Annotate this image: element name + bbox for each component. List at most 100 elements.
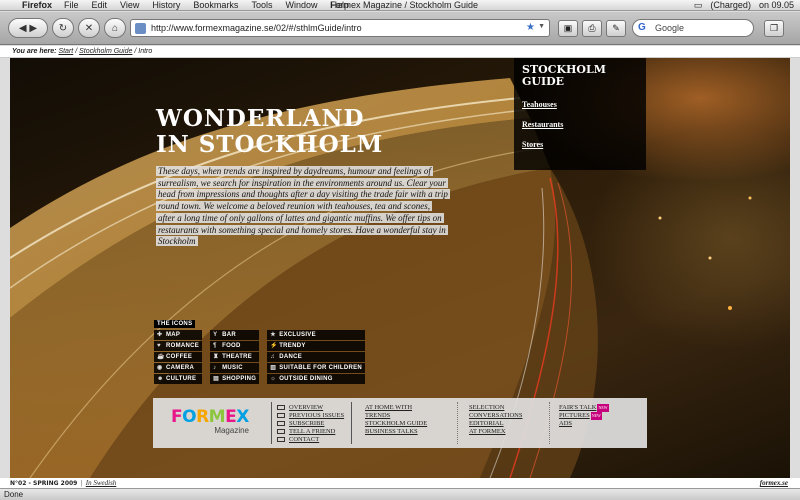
footer-link-selection[interactable]: SELECTION (469, 404, 522, 412)
footer-link-previous-issues[interactable]: PREVIOUS ISSUES (277, 412, 344, 420)
battery-status: (Charged) (710, 0, 751, 10)
footer-link-editorial[interactable]: EDITORIAL (469, 420, 522, 428)
footer-link-trends[interactable]: TRENDS (365, 412, 427, 420)
reload-icon: ↻ (58, 22, 68, 34)
icon-legend-bar: Y BAR (210, 330, 260, 340)
print-icon[interactable]: ⎙ (582, 20, 602, 37)
camera-icon: ◉ (157, 365, 163, 371)
footer-link-icon (277, 437, 285, 442)
icons-column-1: ✚ MAP ♥ ROMANCE ☕COFFEE ◉ CAMERA ☻ CULTURE (154, 330, 203, 385)
stop-icon: ✕ (84, 22, 94, 34)
menu-view[interactable]: View (120, 0, 139, 10)
menu-file[interactable]: File (64, 0, 79, 10)
breadcrumb-stockholm-guide[interactable]: Stockholm Guide (79, 48, 132, 55)
home-button[interactable]: ⌂ (104, 18, 126, 38)
menu-edit[interactable]: Edit (92, 0, 108, 10)
coffee-icon: ☕ (157, 354, 165, 360)
menu-window[interactable]: Window (285, 0, 317, 10)
bookmark-star-icon[interactable]: ★ (526, 22, 535, 33)
guide-heading-line-2: GUIDE (522, 75, 565, 88)
menu-app-name[interactable]: Firefox (22, 0, 52, 10)
footer-link-label: ADS (559, 420, 573, 427)
footer-link-icon (277, 405, 285, 410)
footer-link-subscribe[interactable]: SUBSCRIBE (277, 420, 344, 428)
swedish-link[interactable]: In Swedish (86, 479, 117, 487)
breadcrumb-start[interactable]: Start (58, 48, 73, 55)
footer-link-label: PREVIOUS ISSUES (289, 412, 345, 419)
forward-icon[interactable]: ▶ (29, 23, 37, 34)
footer-link-label: TELL A FRIEND (289, 428, 336, 435)
back-icon[interactable]: ◀ (19, 23, 27, 34)
formex-logo[interactable]: FORMEX Magazine (171, 408, 253, 435)
hero-image: WONDERLAND IN STOCKHOLM These days, when… (10, 58, 790, 478)
footer-link-overview[interactable]: OVERVIEW (277, 404, 344, 412)
shopping-icon: ▤ (213, 376, 220, 382)
page-icon[interactable]: ▣ (558, 20, 578, 37)
footer-column-sections-b: SELECTION CONVERSATIONS EDITORIAL AT FORMEX (469, 404, 522, 436)
logo-wordmark: FORMEX (171, 408, 253, 426)
guide-link-teahouses[interactable]: Teahouses (522, 100, 638, 109)
footer-column-main: OVERVIEW PREVIOUS ISSUES SUBSCRIBE TELL A F… (277, 404, 344, 444)
tools-icon[interactable]: ✎ (606, 20, 626, 37)
star-icon: ★ (270, 332, 276, 338)
footer-link-at-formex[interactable]: AT FORMEX (469, 428, 522, 436)
footer-link-label: FAIR'S TALK (559, 404, 597, 411)
icon-legend-shopping: ▤ SHOPPING (210, 374, 260, 384)
battery-icon[interactable]: ▭ (694, 0, 703, 11)
footer-link-conversations[interactable]: CONVERSATIONS (469, 412, 522, 420)
icon-legend-label: COFFEE (166, 354, 193, 360)
icon-legend-label: OUTSIDE DINING (279, 376, 333, 382)
menu-history[interactable]: History (152, 0, 180, 10)
menu-bookmarks[interactable]: Bookmarks (193, 0, 238, 10)
clock[interactable]: on 09.05 (759, 0, 794, 10)
footer-link-label: CONTACT (289, 436, 320, 443)
footer-column-sections-a: AT HOME WITH TRENDS STOCKHOLM GUIDE BUSINES… (365, 404, 427, 436)
browser-toolbar: ◀ ▶ ↻ ✕ ⌂ http://www.formexmagazine.se/0… (0, 12, 800, 45)
footer-link-contact[interactable]: CONTACT (277, 436, 344, 444)
guide-link-stores[interactable]: Stores (522, 140, 638, 149)
intro-text: These days, when trends are inspired by … (156, 166, 450, 248)
back-forward-button[interactable]: ◀ ▶ (8, 18, 48, 38)
reload-button[interactable]: ↻ (52, 18, 74, 38)
bar-icon: Y (213, 332, 218, 338)
footer-link-stockholm-guide[interactable]: STOCKHOLM GUIDE (365, 420, 427, 428)
search-input[interactable]: G Google (632, 19, 754, 37)
culture-icon: ☻ (157, 376, 164, 382)
menubar-status-area: ▭ (Charged) on 09.05 (694, 0, 794, 11)
footer-link-ads[interactable]: ADS (559, 420, 609, 428)
page-title: WONDERLAND IN STOCKHOLM (156, 106, 383, 158)
favicon-icon (135, 23, 146, 34)
footer-link-at-home-with[interactable]: AT HOME WITH (365, 404, 427, 412)
children-icon: ▥ (270, 365, 277, 371)
issue-label: N°02 - SPRING 2009 (10, 480, 78, 487)
url-text[interactable]: http://www.formexmagazine.se/02/#/sthlmG… (151, 23, 362, 33)
music-icon: ♪ (213, 365, 217, 371)
mac-menubar: Firefox File Edit View History Bookmarks… (0, 0, 800, 11)
icon-legend-suitable-for-children: ▥ SUITABLE FOR CHILDREN (267, 363, 366, 373)
logo-letter: E (225, 407, 237, 427)
footer-link-pictures[interactable]: PICTURES NEW (559, 412, 609, 420)
url-bar[interactable]: http://www.formexmagazine.se/02/#/sthlmG… (130, 19, 550, 37)
icon-legend-map: ✚ MAP (154, 330, 203, 340)
url-dropdown-icon[interactable]: ▼ (538, 23, 545, 30)
tabs-icon[interactable]: ❐ (764, 20, 784, 37)
footer-navigation: FORMEX Magazine OVERVIEW PREVIOUS ISSUES S… (153, 398, 647, 448)
formex-site-link[interactable]: formex.se (760, 478, 788, 488)
footer-link-fair-s-talk[interactable]: FAIR'S TALK NEW (559, 404, 609, 412)
google-icon[interactable]: G (638, 22, 646, 33)
icons-legend: THE ICONS ✚ MAP ♥ ROMANCE ☕COFFEE ◉ CAMERA ☻ CUL… (154, 320, 366, 385)
title-line-1: WONDERLAND (156, 105, 365, 132)
icon-legend-camera: ◉ CAMERA (154, 363, 203, 373)
menu-tools[interactable]: Tools (251, 0, 272, 10)
icon-legend-trendy: ⚡TRENDY (267, 341, 366, 351)
footer-column-sections-c: FAIR'S TALK NEW PICTURES NEW ADS (559, 404, 609, 428)
guide-link-restaurants[interactable]: Restaurants (522, 120, 638, 129)
footer-link-label: OVERVIEW (289, 404, 324, 411)
logo-letter: X (236, 407, 249, 427)
stop-button[interactable]: ✕ (78, 18, 100, 38)
breadcrumb: You are here: Start / Stockholm Guide / … (0, 46, 800, 58)
footer-link-business-talks[interactable]: BUSINESS TALKS (365, 428, 427, 436)
breadcrumb-label: You are here: (12, 48, 57, 55)
footer-link-tell-a-friend[interactable]: TELL A FRIEND (277, 428, 344, 436)
icon-legend-label: BAR (222, 332, 237, 338)
